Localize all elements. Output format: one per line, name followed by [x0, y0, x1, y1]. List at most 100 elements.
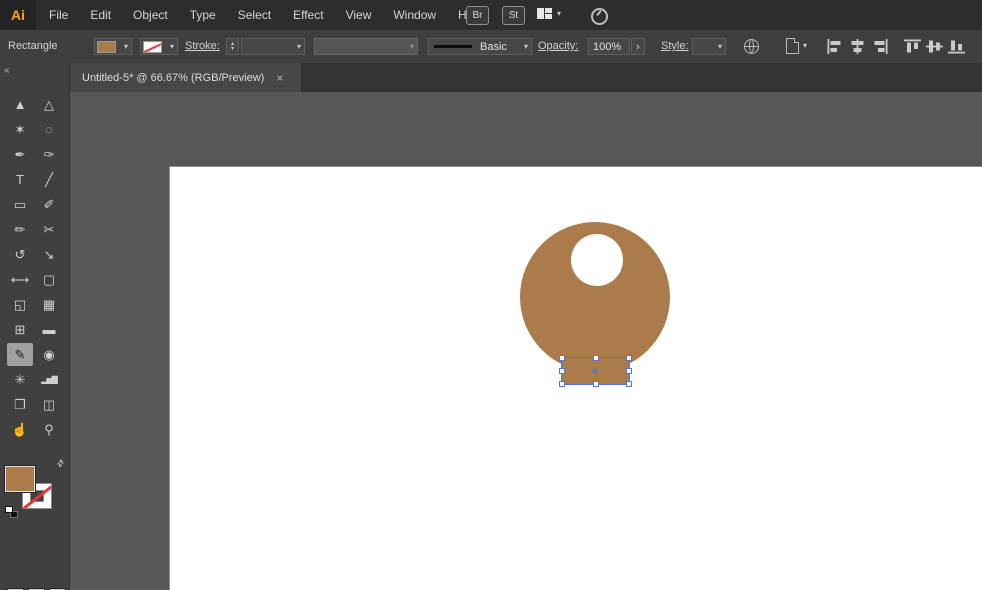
- menu-select[interactable]: Select: [227, 0, 282, 30]
- stroke-none-swatch[interactable]: [143, 41, 162, 53]
- selection-handle[interactable]: [593, 381, 599, 387]
- tool-symbol-sprayer[interactable]: ✳: [7, 368, 33, 391]
- selection-handle[interactable]: [559, 381, 565, 387]
- selection-center-point[interactable]: [593, 369, 597, 373]
- tool-pen[interactable]: ✒: [7, 143, 33, 166]
- tool-rectangle[interactable]: ▭: [7, 193, 33, 216]
- menu-type[interactable]: Type: [179, 0, 227, 30]
- stroke-weight-select[interactable]: ▾: [241, 38, 305, 55]
- stepper-down-icon: ▾: [231, 47, 234, 52]
- illustrator-window: Ai File Edit Object Type Select Effect V…: [0, 0, 982, 590]
- stock-button[interactable]: St: [502, 6, 525, 25]
- stroke-preview-line: [434, 45, 472, 48]
- selection-handle[interactable]: [559, 355, 565, 361]
- tool-width[interactable]: ⟷: [7, 268, 33, 291]
- tool-zoom[interactable]: ⚲: [36, 418, 62, 441]
- document-setup-button[interactable]: ▾: [786, 38, 807, 54]
- tool-grid: ▲ △ ✶ ◌ ✒ ✑ T ╱ ▭ ✐ ✏ ✂ ↺ ↘ ⟷ ▢ ◱ ▦ ⊞ ▬ …: [7, 93, 65, 443]
- stroke-color-picker[interactable]: ▾: [140, 38, 178, 55]
- tool-scale[interactable]: ↘: [36, 243, 62, 266]
- chevron-down-icon: ▾: [803, 42, 807, 50]
- tool-shape-builder[interactable]: ◱: [7, 293, 33, 316]
- menu-edit[interactable]: Edit: [79, 0, 122, 30]
- mini-fill-square: [5, 506, 13, 513]
- swap-fill-stroke-icon[interactable]: ⇄: [55, 457, 68, 470]
- tool-scissors[interactable]: ✂: [36, 218, 62, 241]
- align-right-button[interactable]: [871, 39, 888, 54]
- tool-slice[interactable]: ◫: [36, 393, 62, 416]
- tool-curvature[interactable]: ✑: [36, 143, 62, 166]
- document-tab-bar: Untitled-5* @ 66.67% (RGB/Preview) ×: [70, 63, 982, 92]
- collapse-panel-button[interactable]: «: [4, 65, 10, 76]
- workspace-switcher[interactable]: ▾: [537, 8, 561, 19]
- align-center-button[interactable]: [849, 39, 866, 54]
- tool-artboard[interactable]: ❐: [7, 393, 33, 416]
- fill-indicator[interactable]: [5, 466, 35, 492]
- menu-bar: Ai File Edit Object Type Select Effect V…: [0, 0, 982, 30]
- chevron-down-icon: ▾: [170, 43, 174, 51]
- tool-pencil[interactable]: ✏: [7, 218, 33, 241]
- selection-handle[interactable]: [559, 368, 565, 374]
- document-icon: [786, 38, 799, 54]
- tool-type[interactable]: T: [7, 168, 33, 191]
- fill-stroke-indicator: ⇄: [5, 460, 67, 522]
- tool-magic-wand[interactable]: ✶: [7, 118, 33, 141]
- tool-mesh[interactable]: ⊞: [7, 318, 33, 341]
- opacity-dropdown-button[interactable]: ›: [631, 38, 645, 55]
- tool-direct-selection[interactable]: △: [36, 93, 62, 116]
- tool-rotate[interactable]: ↺: [7, 243, 33, 266]
- tool-hand[interactable]: ☝: [7, 418, 33, 441]
- chevron-down-icon: ▾: [124, 43, 128, 51]
- menu-items: File Edit Object Type Select Effect View…: [38, 0, 494, 30]
- globe-icon[interactable]: [744, 39, 759, 54]
- selection-handle[interactable]: [626, 368, 632, 374]
- width-profile-select: ▾: [314, 38, 418, 55]
- stroke-weight-stepper[interactable]: ▴ ▾: [226, 38, 239, 55]
- align-middle-button[interactable]: [926, 39, 943, 54]
- ellipse-hole[interactable]: [571, 234, 623, 286]
- tool-eyedropper[interactable]: ✎: [7, 343, 33, 366]
- tool-gradient[interactable]: ▬: [36, 318, 62, 341]
- chevron-down-icon: ▾: [410, 43, 414, 51]
- selection-handle[interactable]: [626, 355, 632, 361]
- selection-handle[interactable]: [593, 355, 599, 361]
- tool-column-graph[interactable]: ▂▅▇: [36, 368, 62, 391]
- close-icon[interactable]: ×: [276, 71, 283, 85]
- tool-free-transform[interactable]: ▢: [36, 268, 62, 291]
- style-select[interactable]: ▾: [692, 38, 726, 55]
- tool-blend[interactable]: ◉: [36, 343, 62, 366]
- workspace-grid-icon: [537, 8, 552, 19]
- fill-color-picker[interactable]: ▾: [94, 38, 132, 55]
- control-bar: Rectangle ▾ ▾ Stroke: ▴ ▾ ▾ ▾ Basic ▾ Op…: [0, 30, 982, 64]
- opacity-input[interactable]: 100%: [588, 38, 630, 55]
- menu-view[interactable]: View: [335, 0, 383, 30]
- stroke-label[interactable]: Stroke:: [185, 40, 220, 52]
- opacity-label[interactable]: Opacity:: [538, 40, 578, 52]
- tool-lasso[interactable]: ◌: [36, 118, 62, 141]
- tool-line-segment[interactable]: ╱: [36, 168, 62, 191]
- tool-paintbrush[interactable]: ✐: [36, 193, 62, 216]
- align-bottom-button[interactable]: [948, 39, 965, 54]
- align-top-button[interactable]: [904, 39, 921, 54]
- align-left-button[interactable]: [827, 39, 844, 54]
- brush-name: Basic: [480, 41, 507, 53]
- bridge-button[interactable]: Br: [466, 6, 489, 25]
- canvas-area: [70, 92, 982, 590]
- app-logo[interactable]: Ai: [0, 0, 36, 30]
- selection-handle[interactable]: [626, 381, 632, 387]
- menu-object[interactable]: Object: [122, 0, 179, 30]
- sync-status-icon[interactable]: [591, 8, 608, 25]
- style-label[interactable]: Style:: [661, 40, 689, 52]
- selected-rectangle-shape[interactable]: [562, 358, 629, 384]
- menu-effect[interactable]: Effect: [282, 0, 334, 30]
- fill-swatch[interactable]: [97, 41, 116, 53]
- brush-definition-select[interactable]: Basic ▾: [428, 38, 532, 55]
- document-tab[interactable]: Untitled-5* @ 66.67% (RGB/Preview) ×: [70, 63, 302, 92]
- default-fill-stroke-icon[interactable]: [5, 506, 20, 519]
- menu-file[interactable]: File: [38, 0, 79, 30]
- menu-window[interactable]: Window: [382, 0, 447, 30]
- gauge-needle: [596, 10, 601, 16]
- document-tab-label: Untitled-5* @ 66.67% (RGB/Preview): [82, 72, 264, 84]
- tool-selection[interactable]: ▲: [7, 93, 33, 116]
- tool-perspective-grid[interactable]: ▦: [36, 293, 62, 316]
